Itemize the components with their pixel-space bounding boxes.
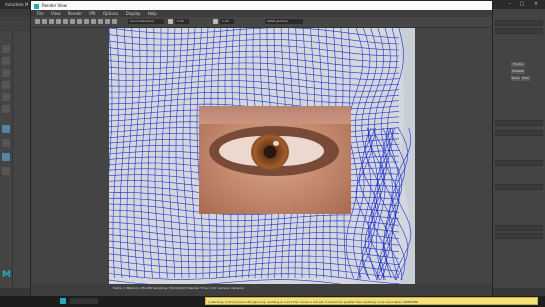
remove-image-icon[interactable]: [105, 19, 110, 24]
alpha-icon[interactable]: [77, 19, 82, 24]
task-button[interactable]: [70, 298, 98, 304]
rendered-eye-region: [199, 106, 351, 214]
menu-display[interactable]: Display: [126, 11, 141, 16]
attribute-row[interactable]: [495, 160, 543, 166]
brow-skin: [199, 106, 351, 124]
rgb-icon[interactable]: [70, 19, 75, 24]
minimize-icon[interactable]: –: [507, 2, 513, 7]
frame-button[interactable]: Frame: [511, 62, 525, 67]
render-view-left-gutter: [31, 28, 109, 284]
panel-row: [495, 20, 543, 26]
exposure-icon: [168, 19, 173, 24]
keep-image-icon[interactable]: [98, 19, 103, 24]
menu-ipr[interactable]: IPR: [89, 11, 95, 16]
maya-title-bar: Autodesk M: [0, 0, 34, 9]
rotate-tool-icon[interactable]: [2, 93, 10, 101]
render-view-menu-bar: File View Render IPR Options Display Hel…: [31, 10, 492, 17]
attribute-row[interactable]: [495, 120, 543, 126]
render-view-right-gutter: [415, 28, 492, 284]
hide-button[interactable]: Hide: [521, 76, 530, 81]
menu-options[interactable]: Options: [103, 11, 118, 16]
lasso-tool-icon[interactable]: [2, 57, 10, 65]
layout-four-icon[interactable]: [2, 139, 10, 147]
menu-view[interactable]: View: [51, 11, 61, 16]
presets-button[interactable]: Presets: [511, 69, 525, 74]
move-tool-icon[interactable]: [2, 81, 10, 89]
maya-toolbox: [0, 31, 13, 296]
snapshot-icon[interactable]: [63, 19, 68, 24]
refresh-icon[interactable]: [49, 19, 54, 24]
renderer-select[interactable]: Arnold Renderer: [128, 19, 164, 24]
maya-window-controls: – □ ×: [493, 0, 545, 9]
layout-outliner-icon[interactable]: [2, 167, 10, 175]
render-viewport[interactable]: [109, 28, 415, 284]
warning-message: // Warning: [mtoa] [openvdb] Ignoring: p…: [205, 297, 538, 305]
layout-single-icon[interactable]: [2, 125, 10, 133]
ipr-render-icon[interactable]: [42, 19, 47, 24]
maya-shelf: [0, 17, 34, 31]
colorspace-select[interactable]: sRGB gamma: [265, 19, 303, 24]
attribute-row[interactable]: [495, 130, 543, 136]
paint-tool-icon[interactable]: [2, 69, 10, 77]
maximize-icon[interactable]: □: [519, 2, 525, 7]
render-view-title-bar: Render View: [31, 1, 492, 10]
gamma-icon: [213, 19, 218, 24]
zoom-icon[interactable]: [84, 19, 89, 24]
layout-two-icon[interactable]: [2, 153, 10, 161]
maya-menu-bar: [0, 9, 34, 17]
close-icon[interactable]: ×: [533, 2, 539, 7]
show-button[interactable]: Show: [511, 76, 520, 81]
window-title: Render View: [42, 3, 68, 8]
maya-logo: M: [2, 270, 11, 280]
panel-row: [495, 28, 543, 34]
gamma-field[interactable]: 1.00: [220, 19, 234, 24]
exposure-field[interactable]: 0.00: [175, 19, 189, 24]
menu-file[interactable]: File: [37, 11, 44, 16]
render-caption: frame: 1 Memory: 251 Mb Sampling: [3/2/2…: [113, 286, 245, 290]
save-icon[interactable]: [91, 19, 96, 24]
attribute-row[interactable]: [495, 233, 543, 239]
iris: [251, 134, 289, 170]
eye-highlight: [273, 141, 279, 146]
display-icon[interactable]: [112, 19, 117, 24]
attribute-row[interactable]: [495, 184, 543, 190]
channel-box-panel: Frame Presets Show Hide: [493, 0, 545, 296]
render-view-toolbar: Arnold Renderer 0.00 1.00 sRGB gamma: [31, 17, 492, 28]
scale-tool-icon[interactable]: [2, 105, 10, 113]
redo-render-icon[interactable]: [35, 19, 40, 24]
select-tool-icon[interactable]: [2, 45, 10, 53]
region-icon[interactable]: [56, 19, 61, 24]
menu-help[interactable]: Help: [148, 11, 157, 16]
menu-render[interactable]: Render: [68, 11, 82, 16]
maya-app-icon: [34, 3, 39, 9]
maya-task-icon[interactable]: [60, 298, 66, 304]
render-view-window: Render View File View Render IPR Options…: [30, 0, 493, 296]
attribute-row[interactable]: [495, 225, 543, 231]
